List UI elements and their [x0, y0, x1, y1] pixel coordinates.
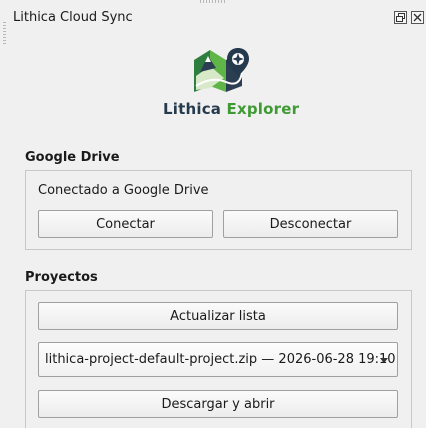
lithica-logo-icon	[194, 48, 249, 92]
disconnect-button[interactable]: Desconectar	[223, 210, 398, 238]
connect-button[interactable]: Conectar	[38, 210, 213, 238]
refresh-list-button[interactable]: Actualizar lista	[38, 302, 398, 330]
drive-status-text: Conectado a Google Drive	[38, 183, 209, 198]
project-select-value: lithica-project-default-project.zip — 20…	[45, 352, 396, 367]
logo-wordmark: Lithica Explorer	[163, 100, 299, 118]
close-icon	[413, 13, 422, 22]
restore-icon	[396, 13, 405, 22]
dock-titlebar: Lithica Cloud Sync	[0, 0, 426, 36]
close-window-button[interactable]	[411, 11, 424, 24]
window-title: Lithica Cloud Sync	[13, 10, 133, 25]
logo-wordmark-part2: Explorer	[226, 100, 300, 118]
projects-title: Proyectos	[25, 270, 98, 285]
chevron-down-icon	[380, 358, 388, 363]
project-select[interactable]: lithica-project-default-project.zip — 20…	[38, 342, 398, 377]
download-open-button[interactable]: Descargar y abrir	[38, 390, 398, 418]
logo-wordmark-part1: Lithica	[163, 100, 222, 118]
google-drive-title: Google Drive	[25, 150, 120, 165]
float-window-button[interactable]	[394, 11, 407, 24]
